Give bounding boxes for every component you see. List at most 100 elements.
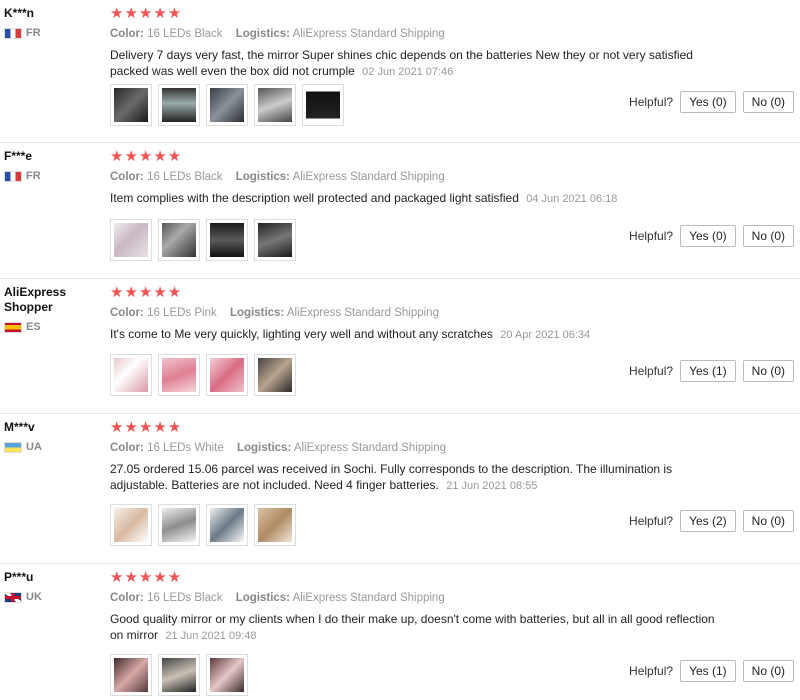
vote-yes-button[interactable]: Yes (1) bbox=[680, 660, 736, 682]
review-photo-thumbnail[interactable] bbox=[254, 504, 296, 546]
helpful-label: Helpful? bbox=[629, 229, 674, 243]
logistics-label: Logistics: bbox=[229, 307, 285, 319]
helpful-votes: Helpful? Yes (0) No (0) bbox=[629, 91, 794, 113]
color-label: Color: bbox=[110, 442, 144, 454]
country-code: ES bbox=[26, 321, 41, 333]
review-text: Delivery 7 days very fast, the mirror Su… bbox=[110, 47, 720, 80]
review-content: ★★★★★ Color: 16 LEDs Black Logistics: Al… bbox=[110, 570, 792, 644]
review-item: M***v UA ★★★★★ Color: 16 LEDs White Logi… bbox=[0, 414, 800, 564]
vote-yes-button[interactable]: Yes (0) bbox=[680, 91, 736, 113]
review-date: 04 Jun 2021 06:18 bbox=[526, 193, 618, 205]
color-label: Color: bbox=[110, 307, 144, 319]
review-photos bbox=[110, 219, 296, 261]
helpful-label: Helpful? bbox=[629, 664, 674, 678]
reviewer-name: M***v bbox=[4, 420, 35, 434]
review-user: F***e FR bbox=[4, 149, 104, 182]
country-code: UA bbox=[26, 441, 42, 453]
review-text: Good quality mirror or my clients when I… bbox=[110, 611, 720, 644]
review-date: 21 Jun 2021 08:55 bbox=[446, 480, 538, 492]
reviewer-name: AliExpress Shopper bbox=[4, 285, 67, 314]
review-user: K***n FR bbox=[4, 6, 104, 39]
review-body: Item complies with the description well … bbox=[110, 191, 519, 205]
review-date: 21 Jun 2021 09:48 bbox=[165, 630, 257, 642]
review-item: P***u UK ★★★★★ Color: 16 LEDs Black Logi… bbox=[0, 564, 800, 700]
review-photo-thumbnail[interactable] bbox=[206, 84, 248, 126]
review-text: Item complies with the description well … bbox=[110, 190, 720, 207]
color-value: 16 LEDs Black bbox=[147, 171, 223, 183]
reviewer-name: K***n bbox=[4, 6, 35, 20]
review-item: F***e FR ★★★★★ Color: 16 LEDs Black Logi… bbox=[0, 143, 800, 279]
review-photo-thumbnail[interactable] bbox=[206, 219, 248, 261]
logistics-label: Logistics: bbox=[235, 592, 291, 604]
vote-yes-button[interactable]: Yes (1) bbox=[680, 360, 736, 382]
color-label: Color: bbox=[110, 28, 144, 40]
review-photo-thumbnail[interactable] bbox=[110, 354, 152, 396]
review-photo-thumbnail[interactable] bbox=[158, 219, 200, 261]
logistics-label: Logistics: bbox=[235, 28, 291, 40]
review-text: 27.05 ordered 15.06 parcel was received … bbox=[110, 461, 720, 494]
color-value: 16 LEDs Pink bbox=[147, 307, 217, 319]
country-code: FR bbox=[26, 27, 41, 39]
review-photo-thumbnail[interactable] bbox=[206, 504, 248, 546]
review-photos bbox=[110, 354, 296, 396]
review-item: K***n FR ★★★★★ Color: 16 LEDs Black Logi… bbox=[0, 0, 800, 143]
review-photo-thumbnail[interactable] bbox=[254, 219, 296, 261]
review-photo-thumbnail[interactable] bbox=[158, 654, 200, 696]
color-label: Color: bbox=[110, 171, 144, 183]
review-content: ★★★★★ Color: 16 LEDs Pink Logistics: Ali… bbox=[110, 285, 792, 343]
vote-no-button[interactable]: No (0) bbox=[742, 91, 794, 113]
review-body: It's come to Me very quickly, lighting v… bbox=[110, 327, 493, 341]
review-photo-thumbnail[interactable] bbox=[158, 84, 200, 126]
review-photo-thumbnail[interactable] bbox=[158, 504, 200, 546]
logistics-label: Logistics: bbox=[235, 171, 291, 183]
helpful-votes: Helpful? Yes (2) No (0) bbox=[629, 510, 794, 532]
review-meta: Color: 16 LEDs Black Logistics: AliExpre… bbox=[110, 592, 792, 604]
helpful-label: Helpful? bbox=[629, 514, 674, 528]
star-rating: ★★★★★ bbox=[110, 148, 183, 165]
review-user: P***u UK bbox=[4, 570, 104, 603]
vote-yes-button[interactable]: Yes (0) bbox=[680, 225, 736, 247]
review-photo-thumbnail[interactable] bbox=[158, 354, 200, 396]
review-date: 20 Apr 2021 06:34 bbox=[500, 329, 591, 341]
review-photos bbox=[110, 84, 344, 126]
vote-no-button[interactable]: No (0) bbox=[742, 225, 794, 247]
helpful-votes: Helpful? Yes (1) No (0) bbox=[629, 360, 794, 382]
review-meta: Color: 16 LEDs Black Logistics: AliExpre… bbox=[110, 171, 792, 183]
review-photo-thumbnail[interactable] bbox=[254, 84, 296, 126]
country-code: UK bbox=[26, 591, 42, 603]
review-photo-thumbnail[interactable] bbox=[206, 654, 248, 696]
color-label: Color: bbox=[110, 592, 144, 604]
reviewer-name: F***e bbox=[4, 149, 33, 163]
review-meta: Color: 16 LEDs Pink Logistics: AliExpres… bbox=[110, 307, 792, 319]
review-photo-thumbnail[interactable] bbox=[110, 84, 152, 126]
country-code: FR bbox=[26, 170, 41, 182]
reviewer-country: UA bbox=[4, 441, 104, 453]
review-photo-thumbnail[interactable] bbox=[302, 84, 344, 126]
logistics-value: AliExpress Standard Shipping bbox=[286, 307, 439, 319]
review-item: AliExpress Shopper ES ★★★★★ Color: 16 LE… bbox=[0, 279, 800, 414]
review-photos bbox=[110, 504, 296, 546]
color-value: 16 LEDs White bbox=[147, 442, 224, 454]
vote-no-button[interactable]: No (0) bbox=[742, 510, 794, 532]
review-photo-thumbnail[interactable] bbox=[110, 654, 152, 696]
review-text: It's come to Me very quickly, lighting v… bbox=[110, 326, 720, 343]
vote-yes-button[interactable]: Yes (2) bbox=[680, 510, 736, 532]
review-photo-thumbnail[interactable] bbox=[110, 504, 152, 546]
helpful-votes: Helpful? Yes (0) No (0) bbox=[629, 225, 794, 247]
review-content: ★★★★★ Color: 16 LEDs Black Logistics: Al… bbox=[110, 6, 792, 80]
logistics-value: AliExpress Standard Shipping bbox=[292, 28, 445, 40]
logistics-value: AliExpress Standard Shipping bbox=[292, 171, 445, 183]
review-photo-thumbnail[interactable] bbox=[110, 219, 152, 261]
review-content: ★★★★★ Color: 16 LEDs White Logistics: Al… bbox=[110, 420, 792, 494]
helpful-label: Helpful? bbox=[629, 95, 674, 109]
reviewer-country: UK bbox=[4, 591, 104, 603]
vote-no-button[interactable]: No (0) bbox=[742, 660, 794, 682]
review-user: M***v UA bbox=[4, 420, 104, 453]
review-photo-thumbnail[interactable] bbox=[254, 354, 296, 396]
vote-no-button[interactable]: No (0) bbox=[742, 360, 794, 382]
logistics-label: Logistics: bbox=[236, 442, 292, 454]
review-photos bbox=[110, 654, 248, 696]
star-rating: ★★★★★ bbox=[110, 284, 183, 301]
review-photo-thumbnail[interactable] bbox=[206, 354, 248, 396]
reviewer-country: FR bbox=[4, 170, 104, 182]
